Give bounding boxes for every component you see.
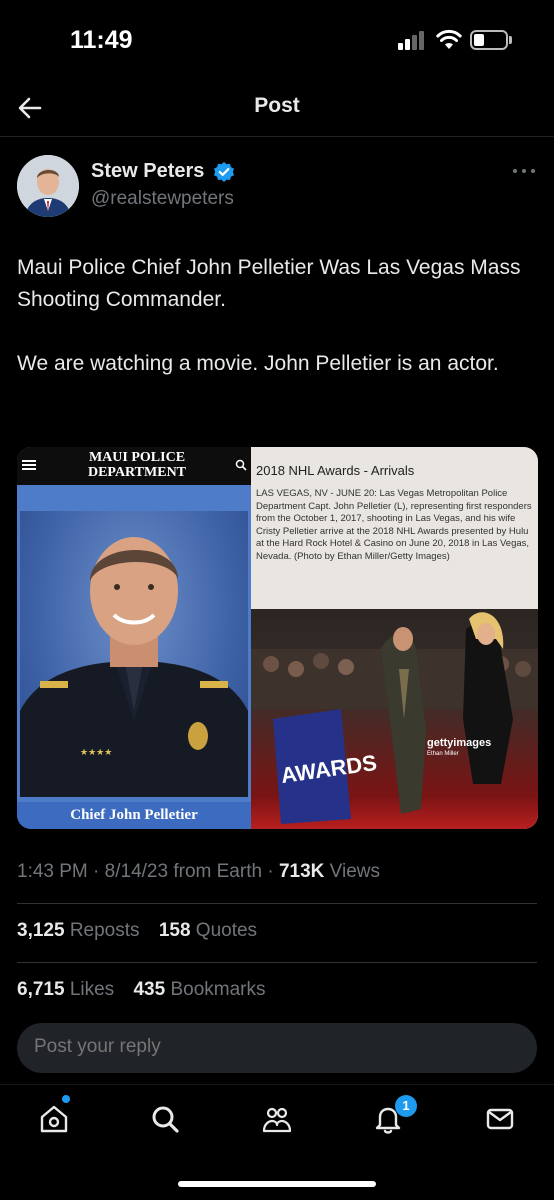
verified-badge-icon: [214, 162, 234, 182]
tweet-date: 8/14/23: [104, 861, 169, 882]
author-handle[interactable]: @realstewpeters: [91, 188, 234, 210]
more-options-icon[interactable]: [512, 166, 536, 176]
media-left-panel: MAUI POLICE DEPARTMENT ★★★★ Chief John P…: [17, 447, 251, 829]
tweet-source: from Earth: [173, 861, 263, 882]
tweet-paragraph: Maui Police Chief John Pelletier Was Las…: [17, 256, 521, 311]
reply-box[interactable]: [17, 1023, 537, 1073]
getty-description: LAS VEGAS, NV - JUNE 20: Las Vegas Metro…: [256, 488, 532, 562]
page-title: Post: [254, 94, 300, 117]
battery-icon: [470, 30, 508, 50]
tweet-text: Maui Police Chief John Pelletier Was Las…: [17, 252, 537, 412]
views-label: Views: [329, 861, 380, 882]
messages-icon[interactable]: [484, 1103, 516, 1135]
media-right-panel: 2018 NHL Awards - Arrivals LAS VEGAS, NV…: [251, 447, 538, 829]
reposts-count: 3,125: [17, 920, 65, 941]
nhl-awards-photo: AWARDS gettyimages Ethan Miller: [251, 609, 538, 829]
divider: [17, 903, 537, 904]
bookmarks-stat[interactable]: 435 Bookmarks: [133, 979, 265, 1000]
avatar-image: [17, 155, 79, 217]
getty-title: 2018 NHL Awards - Arrivals: [256, 463, 415, 478]
battery-tip: [509, 36, 512, 44]
quotes-stat[interactable]: 158 Quotes: [159, 920, 257, 941]
reply-input[interactable]: [34, 1036, 514, 1058]
likes-label: Likes: [69, 979, 115, 1000]
quotes-label: Quotes: [195, 920, 258, 941]
tweet-meta: 1:43 PM · 8/14/23 from Earth · 713K View…: [17, 861, 380, 882]
author-name[interactable]: Stew Peters: [91, 160, 204, 183]
mpd-website-header: MAUI POLICE DEPARTMENT: [17, 447, 251, 485]
reposts-label: Reposts: [69, 920, 140, 941]
bookmarks-label: Bookmarks: [170, 979, 266, 1000]
status-bar: 11:49: [0, 0, 554, 80]
reposts-quotes-stats: 3,125 Reposts 158 Quotes: [17, 920, 257, 942]
mpd-caption: Chief John Pelletier: [70, 807, 198, 823]
tweet-media[interactable]: MAUI POLICE DEPARTMENT ★★★★ Chief John P…: [17, 447, 538, 829]
avatar[interactable]: [17, 155, 79, 217]
quotes-count: 158: [158, 920, 191, 941]
notification-badge: 1: [395, 1095, 417, 1117]
search-icon[interactable]: [149, 1103, 181, 1135]
tweet-paragraph: We are watching a movie. John Pelletier …: [17, 352, 499, 375]
cellular-signal-icon: [398, 30, 426, 50]
status-time: 11:49: [70, 26, 133, 54]
likes-count: 6,715: [17, 979, 65, 1000]
likes-stat[interactable]: 6,715 Likes: [17, 979, 114, 1000]
mpd-caption-bar: Chief John Pelletier: [17, 802, 251, 829]
likes-bookmarks-stats: 6,715 Likes 435 Bookmarks: [17, 979, 265, 1001]
home-indicator[interactable]: [178, 1181, 376, 1187]
views-count[interactable]: 713K: [279, 861, 324, 882]
hamburger-menu-icon: [22, 460, 36, 470]
svg-text:★★★★: ★★★★: [80, 748, 112, 758]
getty-watermark-credit: Ethan Miller: [427, 751, 459, 757]
search-icon: [235, 459, 247, 471]
home-icon[interactable]: [38, 1103, 70, 1135]
wifi-icon: [436, 29, 462, 49]
getty-watermark: gettyimages: [427, 737, 492, 749]
tweet-time: 1:43 PM: [17, 861, 88, 882]
post-header: Post: [0, 80, 554, 136]
reposts-stat[interactable]: 3,125 Reposts: [17, 920, 140, 941]
bookmarks-count: 435: [133, 979, 166, 1000]
communities-icon[interactable]: [261, 1103, 293, 1135]
chief-portrait-photo: ★★★★: [20, 511, 248, 797]
home-unread-dot: [62, 1095, 70, 1103]
mpd-title: MAUI POLICE DEPARTMENT: [87, 450, 187, 480]
header-divider: [0, 136, 554, 137]
divider: [17, 962, 537, 963]
